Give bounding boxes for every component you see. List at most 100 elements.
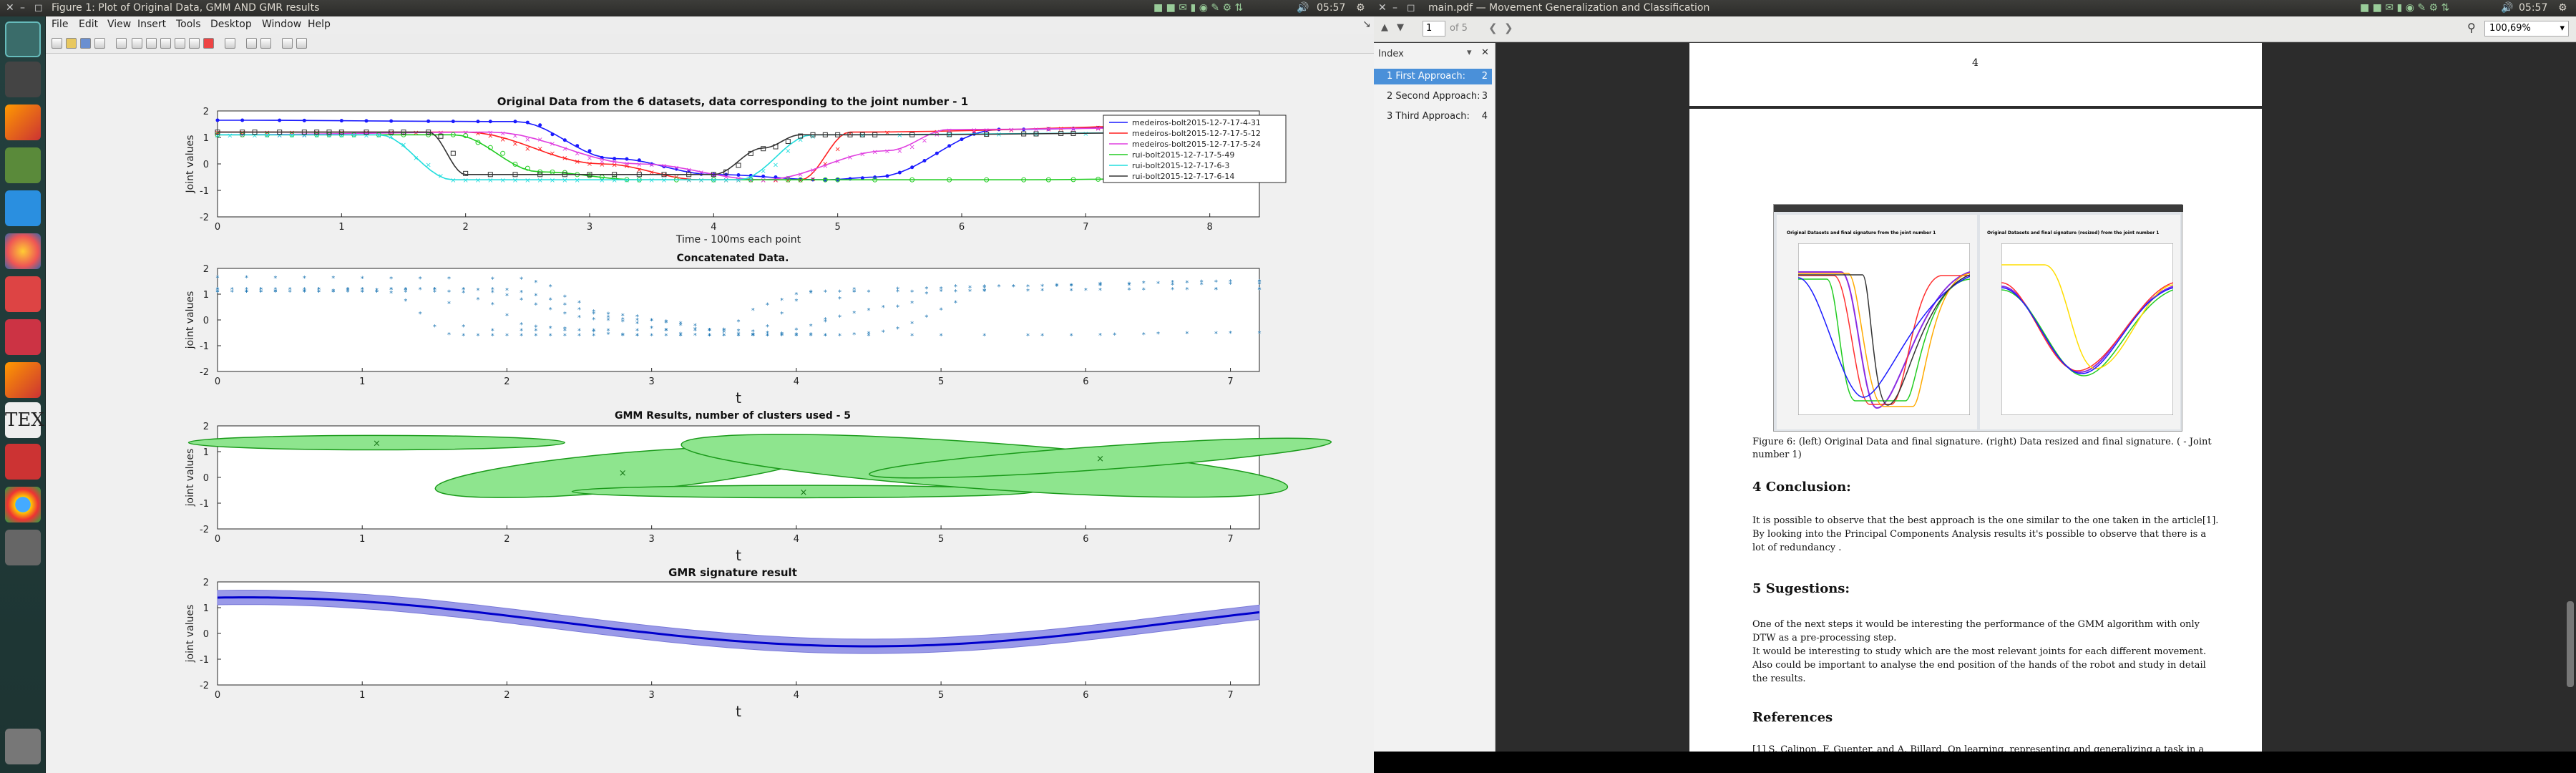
tex-icon[interactable]: TEX xyxy=(5,402,44,438)
index-item-2[interactable]: 2 Second Approach: 3 xyxy=(1374,89,1492,104)
suggestion-line-4: Also could be important to analyse the e… xyxy=(1752,660,2206,671)
pdf-window-title: main.pdf — Movement Generalization and C… xyxy=(1428,2,1710,14)
app-icon[interactable] xyxy=(5,319,41,355)
edit-plot-icon[interactable] xyxy=(116,38,127,49)
forward-icon[interactable]: ❯ xyxy=(1504,21,1513,34)
menu-tools[interactable]: Tools xyxy=(176,19,201,30)
plot3-xtick-label: 6 xyxy=(1083,534,1088,545)
plot1-marker: × xyxy=(438,172,444,180)
minimize-icon[interactable]: – xyxy=(20,0,25,16)
drive-icon[interactable] xyxy=(5,530,41,565)
open-icon[interactable] xyxy=(66,38,77,49)
menu-window[interactable]: Window xyxy=(262,19,301,30)
data-cursor-icon[interactable] xyxy=(189,38,200,49)
matlab-icon[interactable] xyxy=(5,104,41,140)
dropbox-icon[interactable] xyxy=(5,190,41,226)
plot1-marker: × xyxy=(487,130,493,137)
next-page-icon[interactable]: ▼ xyxy=(1397,22,1404,33)
plot1-marker: × xyxy=(760,167,766,175)
plot2-point: * xyxy=(549,283,552,291)
plot1-marker xyxy=(885,174,889,178)
previous-page: 4 xyxy=(1689,43,2262,106)
plot2-point: * xyxy=(563,301,567,309)
menu-desktop[interactable]: Desktop xyxy=(210,19,252,30)
pdf-close-icon[interactable]: ✕ xyxy=(1378,0,1387,16)
pdf-volume-icon[interactable]: 🔊 xyxy=(2501,0,2513,16)
legend-icon[interactable] xyxy=(260,38,271,49)
sidebar-dropdown-icon[interactable]: ▾ xyxy=(1467,47,1472,58)
plot2-point: * xyxy=(693,327,697,335)
prev-page-icon[interactable]: ▲ xyxy=(1381,22,1388,33)
system-monitor-icon[interactable] xyxy=(5,147,41,183)
plot2-point: * xyxy=(1214,278,1218,286)
thumb-right-chart xyxy=(2001,243,2173,415)
maximize-icon[interactable]: ◻ xyxy=(34,0,43,16)
undock-icon[interactable]: ↘ xyxy=(1362,19,1371,30)
link-icon[interactable] xyxy=(225,38,235,49)
dash-home-icon[interactable] xyxy=(5,21,41,57)
search-icon[interactable]: ⚲ xyxy=(2467,21,2476,34)
plot2-point: * xyxy=(549,306,552,314)
print-icon[interactable] xyxy=(94,38,105,49)
plot2-point: * xyxy=(1185,331,1189,339)
index-label: 3 Third Approach: xyxy=(1387,111,1470,122)
brush-icon[interactable] xyxy=(203,38,214,49)
gear-icon[interactable]: ⚙ xyxy=(1356,0,1365,16)
plot3-xtick-label: 4 xyxy=(794,534,799,545)
plot4-xtick-label: 1 xyxy=(359,690,365,701)
plot2-point: * xyxy=(361,286,364,294)
close-icon[interactable]: ✕ xyxy=(6,0,14,16)
pan-icon[interactable] xyxy=(160,38,171,49)
firefox-icon[interactable] xyxy=(5,233,41,269)
menu-insert[interactable]: Insert xyxy=(137,19,166,30)
pdf-maximize-icon[interactable]: ◻ xyxy=(1407,0,1415,16)
plot2-point: * xyxy=(679,320,683,328)
plot2-point: * xyxy=(896,288,899,296)
rotate-icon[interactable] xyxy=(175,38,185,49)
pdf-tray-icons[interactable]: ■ ■ ✉ ▮ ◉ ✎ ⚙ ⇅ xyxy=(2360,0,2449,16)
volume-icon[interactable]: 🔊 xyxy=(1297,0,1309,16)
files-icon[interactable] xyxy=(5,62,41,97)
pdf-minimize-icon[interactable]: – xyxy=(1392,0,1397,16)
clock[interactable]: 05:57 xyxy=(1317,0,1345,16)
plot2-point: * xyxy=(549,297,552,305)
plot2-point: * xyxy=(867,288,871,296)
app-red-icon[interactable] xyxy=(5,444,41,480)
launcher: TEX xyxy=(0,0,46,773)
show-tools-icon[interactable] xyxy=(296,38,307,49)
plot2-point: * xyxy=(838,314,841,322)
plot1-marker: × xyxy=(648,169,654,177)
menu-view[interactable]: View xyxy=(107,19,131,30)
menu-file[interactable]: File xyxy=(52,19,68,30)
page-number-field[interactable]: 1 xyxy=(1423,21,1445,37)
index-item-1[interactable]: 1 First Approach: 2 xyxy=(1374,69,1492,84)
plot1-axes: 0 1 2 3 4 5 6 7 8 2 1 0 -1 -2 Time - 100ms each point J… xyxy=(185,107,1287,245)
zoom-out-icon[interactable] xyxy=(146,38,157,49)
tray-icons[interactable]: ■ ■ ✉ ▮ ◉ ✎ ⚙ ⇅ xyxy=(1153,0,1243,16)
zoom-select[interactable]: 100,69% ▾ xyxy=(2484,21,2569,37)
plot3-ylabel: joint values xyxy=(185,449,196,507)
plot2-point: * xyxy=(607,327,610,335)
back-icon[interactable]: ❮ xyxy=(1488,21,1498,34)
trash-icon[interactable] xyxy=(5,729,41,764)
save-icon[interactable] xyxy=(80,38,91,49)
index-item-3[interactable]: 3 Third Approach: 4 xyxy=(1374,109,1492,125)
menu-help[interactable]: Help xyxy=(308,19,331,30)
menu-edit[interactable]: Edit xyxy=(79,19,98,30)
plot2-point: * xyxy=(447,301,451,308)
plot1-marker xyxy=(488,120,492,124)
chrome-icon[interactable] xyxy=(5,487,41,522)
plot1-marker: × xyxy=(834,146,840,154)
index-page: 2 xyxy=(1481,71,1488,82)
scrollbar-thumb[interactable] xyxy=(2567,601,2574,687)
matlab-icon-2[interactable] xyxy=(5,362,41,398)
sidebar-close-icon[interactable]: ✕ xyxy=(1481,47,1489,58)
hide-tools-icon[interactable] xyxy=(282,38,293,49)
new-figure-icon[interactable] xyxy=(52,38,62,49)
zoom-in-icon[interactable] xyxy=(132,38,142,49)
pdf-gear-icon[interactable]: ⚙ xyxy=(2558,0,2567,16)
pdf-clock[interactable]: 05:57 xyxy=(2519,0,2547,16)
plot1-marker: × xyxy=(475,130,481,138)
colorbar-icon[interactable] xyxy=(246,38,257,49)
document-viewer-icon[interactable] xyxy=(5,276,41,312)
